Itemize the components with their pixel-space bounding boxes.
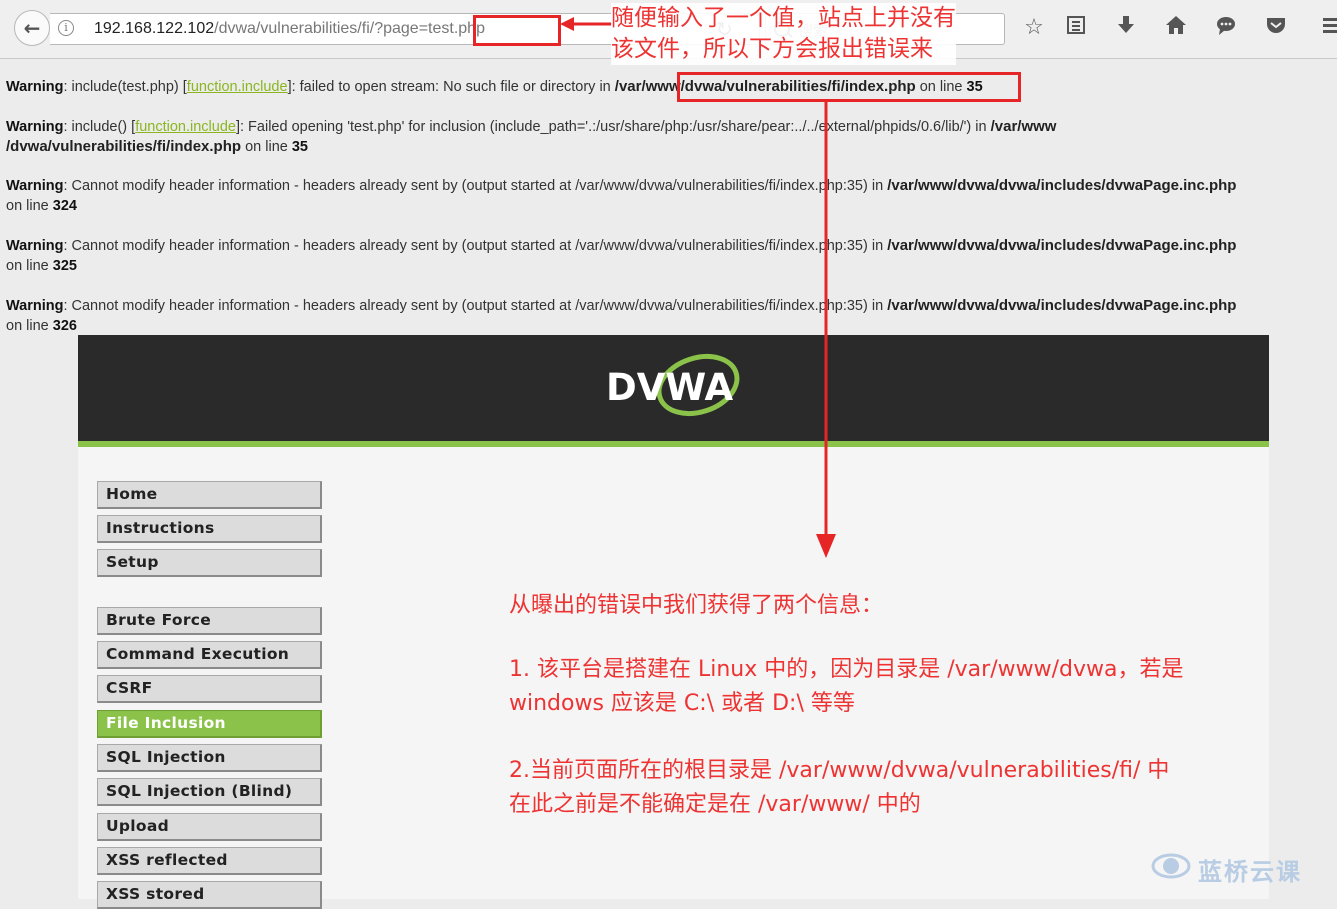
warning-path: /var/www/dvwa/dvwa/includes/dvwaPage.inc…: [887, 237, 1237, 254]
menu-item-brute-force[interactable]: Brute Force: [97, 607, 322, 635]
warning-line: 324: [52, 198, 77, 214]
highlight-error-path: [677, 72, 1021, 102]
annotation-point2-line2: 在此之前是不能确定是在 /var/www/ 中的: [509, 792, 921, 817]
home-icon[interactable]: [1162, 14, 1190, 42]
annotation-line: 随便输入了一个值，站点上并没有: [611, 5, 956, 31]
pocket-icon[interactable]: [1262, 14, 1290, 42]
warning-label: Warning: [6, 79, 64, 95]
watermark-logo-icon: [1151, 853, 1191, 879]
url-host: 192.168.122.102: [94, 20, 215, 37]
warning-line: 35: [291, 139, 308, 155]
annotation-point2-line1: 2.当前页面所在的根目录是 /var/www/dvwa/vulnerabilit…: [509, 758, 1170, 783]
warning-path: /var/www: [990, 118, 1057, 135]
warning-line: 325: [52, 258, 77, 274]
reading-list-icon[interactable]: [1062, 14, 1090, 42]
menu-item-command-execution[interactable]: Command Execution: [97, 641, 322, 669]
chat-icon[interactable]: [1212, 14, 1240, 42]
menu-item-instructions[interactable]: Instructions: [97, 515, 322, 543]
annotation-line: 该文件，所以下方会报出错误来: [611, 36, 933, 62]
warning-text: ]: failed to open stream: No such file o…: [287, 79, 615, 95]
annotation-intro: 从曝出的错误中我们获得了两个信息：: [509, 593, 884, 618]
menu-item-upload[interactable]: Upload: [97, 813, 322, 841]
warning-line: 326: [52, 318, 77, 334]
bookmark-star-icon[interactable]: ☆: [1020, 14, 1048, 42]
warning-text: : include() [: [63, 119, 136, 135]
warning-text: on line: [241, 139, 292, 155]
warning-label: Warning: [6, 298, 64, 314]
info-icon[interactable]: i: [58, 20, 74, 36]
watermark: 蓝桥云课: [1198, 858, 1302, 886]
annotation-explanation: 从曝出的错误中我们获得了两个信息： 1. 该平台是搭建在 Linux 中的，因为…: [509, 589, 1183, 822]
warning-label: Warning: [6, 178, 64, 194]
warning-path: /var/www/dvwa/dvwa/includes/dvwaPage.inc…: [887, 297, 1237, 314]
function-include-link[interactable]: function.include: [135, 119, 236, 135]
warning-text: : include(test.php) [: [63, 79, 187, 95]
annotation-point1-line1: 1. 该平台是搭建在 Linux 中的，因为目录是 /var/www/dvwa，…: [509, 657, 1184, 682]
php-warning-5: Warning: Cannot modify header informatio…: [6, 296, 1236, 336]
warning-text: on line: [6, 258, 53, 274]
php-warning-4: Warning: Cannot modify header informatio…: [6, 236, 1236, 276]
warning-text: on line: [6, 198, 53, 214]
dvwa-logo[interactable]: DVWA: [604, 353, 744, 419]
menu-item-sql-injection-blind[interactable]: SQL Injection (Blind): [97, 778, 322, 806]
annotation-top: 随便输入了一个值，站点上并没有 该文件，所以下方会报出错误来: [611, 3, 956, 65]
annotation-arrow-left: [560, 17, 612, 31]
menu-item-file-inclusion[interactable]: File Inclusion: [97, 710, 322, 738]
back-arrow-icon[interactable]: ←: [14, 10, 50, 46]
highlight-url-param: [473, 15, 561, 46]
menu-item-csrf[interactable]: CSRF: [97, 675, 322, 703]
warning-text: : Cannot modify header information - hea…: [63, 298, 888, 314]
annotation-arrow-down: [816, 100, 836, 558]
menu-item-xss-reflected[interactable]: XSS reflected: [97, 847, 322, 875]
menu-item-sql-injection[interactable]: SQL Injection: [97, 744, 322, 772]
warning-text: on line: [6, 318, 53, 334]
php-warning-2: Warning: include() [function.include]: F…: [6, 117, 1056, 157]
warning-text: ]: Failed opening 'test.php' for inclusi…: [235, 119, 991, 135]
warning-label: Warning: [6, 119, 64, 135]
dvwa-logo-text: DVWA: [606, 366, 733, 409]
warning-path: /var/www/dvwa/dvwa/includes/dvwaPage.inc…: [887, 177, 1237, 194]
menu-hamburger-icon[interactable]: [1318, 14, 1337, 42]
dvwa-header: DVWA: [78, 335, 1269, 447]
php-warning-3: Warning: Cannot modify header informatio…: [6, 176, 1236, 216]
warning-path: /dvwa/vulnerabilities/fi/index.php: [6, 138, 242, 155]
function-include-link[interactable]: function.include: [187, 79, 288, 95]
menu-item-home[interactable]: Home: [97, 481, 322, 509]
annotation-point1-line2: windows 应该是 C:\ 或者 D:\ 等等: [509, 691, 855, 716]
menu-item-xss-stored[interactable]: XSS stored: [97, 881, 322, 909]
url-text[interactable]: 192.168.122.102/dvwa/vulnerabilities/fi/…: [94, 20, 485, 38]
url-path: /dvwa/vulnerabilities/fi/?page=test.php: [214, 20, 485, 37]
warning-label: Warning: [6, 238, 64, 254]
warning-text: : Cannot modify header information - hea…: [63, 238, 888, 254]
warning-text: : Cannot modify header information - hea…: [63, 178, 888, 194]
download-icon[interactable]: [1112, 14, 1140, 42]
menu-item-setup[interactable]: Setup: [97, 549, 322, 577]
